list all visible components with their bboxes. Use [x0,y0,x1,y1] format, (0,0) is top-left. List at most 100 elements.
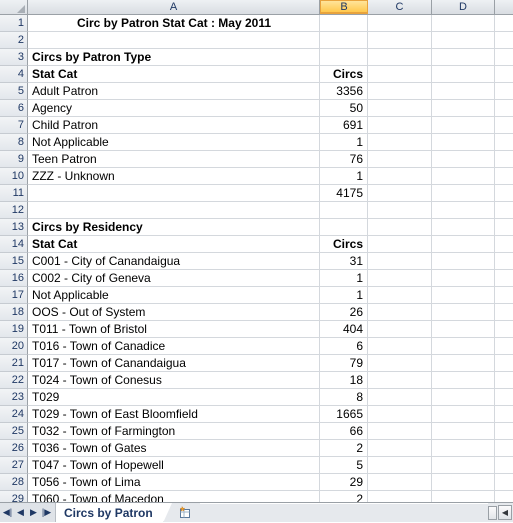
row-header[interactable]: 21 [0,355,28,372]
cell-a20[interactable]: T016 - Town of Canadice [28,338,320,355]
cell-e10[interactable] [495,168,513,185]
cell-e3[interactable] [495,49,513,66]
cell-e16[interactable] [495,270,513,287]
cell-a22[interactable]: T024 - Town of Conesus [28,372,320,389]
cell-e24[interactable] [495,406,513,423]
row-header[interactable]: 7 [0,117,28,134]
first-sheet-button[interactable]: ◀| [1,504,14,522]
cell-e9[interactable] [495,151,513,168]
cell-a1[interactable]: Circ by Patron Stat Cat : May 2011 [28,15,320,32]
cell-e11[interactable] [495,185,513,202]
cell-b27[interactable]: 5 [320,457,368,474]
cell-e17[interactable] [495,287,513,304]
cell-b19[interactable]: 404 [320,321,368,338]
cell-b14[interactable]: Circs [320,236,368,253]
cell-c16[interactable] [368,270,432,287]
last-sheet-button[interactable]: |▶ [40,504,53,522]
cell-b11[interactable]: 4175 [320,185,368,202]
cell-a4[interactable]: Stat Cat [28,66,320,83]
cell-c9[interactable] [368,151,432,168]
column-header-c[interactable]: C [368,0,432,14]
row-header[interactable]: 24 [0,406,28,423]
cell-d12[interactable] [432,202,495,219]
cell-e7[interactable] [495,117,513,134]
cell-e1[interactable] [495,15,513,32]
cell-c7[interactable] [368,117,432,134]
cell-c5[interactable] [368,83,432,100]
column-header-e-partial[interactable] [495,0,513,14]
cell-b8[interactable]: 1 [320,134,368,151]
row-header[interactable]: 26 [0,440,28,457]
cell-b4[interactable]: Circs [320,66,368,83]
cell-c2[interactable] [368,32,432,49]
cell-b20[interactable]: 6 [320,338,368,355]
row-header[interactable]: 10 [0,168,28,185]
cell-c17[interactable] [368,287,432,304]
cell-c8[interactable] [368,134,432,151]
scrollbar-split-handle[interactable] [488,505,497,520]
cell-d21[interactable] [432,355,495,372]
cell-a2[interactable] [28,32,320,49]
cell-b1[interactable] [320,15,368,32]
cell-e4[interactable] [495,66,513,83]
cell-c10[interactable] [368,168,432,185]
cell-a10[interactable]: ZZZ - Unknown [28,168,320,185]
cell-b28[interactable]: 29 [320,474,368,491]
cell-c26[interactable] [368,440,432,457]
cell-c27[interactable] [368,457,432,474]
cell-a21[interactable]: T017 - Town of Canandaigua [28,355,320,372]
cell-b24[interactable]: 1665 [320,406,368,423]
cell-e15[interactable] [495,253,513,270]
cell-d2[interactable] [432,32,495,49]
row-header[interactable]: 15 [0,253,28,270]
cell-d25[interactable] [432,423,495,440]
cell-d1[interactable] [432,15,495,32]
row-header[interactable]: 6 [0,100,28,117]
cell-a14[interactable]: Stat Cat [28,236,320,253]
cell-b12[interactable] [320,202,368,219]
cell-c12[interactable] [368,202,432,219]
cell-a28[interactable]: T056 - Town of Lima [28,474,320,491]
cell-d6[interactable] [432,100,495,117]
cell-a16[interactable]: C002 - City of Geneva [28,270,320,287]
cell-a15[interactable]: C001 - City of Canandaigua [28,253,320,270]
cell-b15[interactable]: 31 [320,253,368,270]
row-header[interactable]: 3 [0,49,28,66]
cell-c28[interactable] [368,474,432,491]
cell-b18[interactable]: 26 [320,304,368,321]
cell-e12[interactable] [495,202,513,219]
cell-a25[interactable]: T032 - Town of Farmington [28,423,320,440]
cell-b3[interactable] [320,49,368,66]
cell-a13[interactable]: Circs by Residency [28,219,320,236]
cell-d29[interactable] [432,491,495,502]
cell-c21[interactable] [368,355,432,372]
row-header[interactable]: 19 [0,321,28,338]
cell-a23[interactable]: T029 [28,389,320,406]
column-header-d[interactable]: D [432,0,495,14]
row-header[interactable]: 2 [0,32,28,49]
sheet-tab-circs-by-patron[interactable]: Circs by Patron [56,503,172,523]
cell-b2[interactable] [320,32,368,49]
row-header[interactable]: 17 [0,287,28,304]
cell-e26[interactable] [495,440,513,457]
cell-c22[interactable] [368,372,432,389]
cell-b23[interactable]: 8 [320,389,368,406]
cell-d26[interactable] [432,440,495,457]
cell-c20[interactable] [368,338,432,355]
cell-a29[interactable]: T060 - Town of Macedon [28,491,320,502]
row-header[interactable]: 12 [0,202,28,219]
cell-d14[interactable] [432,236,495,253]
row-header[interactable]: 1 [0,15,28,32]
cell-d18[interactable] [432,304,495,321]
row-header[interactable]: 13 [0,219,28,236]
cell-e6[interactable] [495,100,513,117]
cell-b6[interactable]: 50 [320,100,368,117]
cell-e13[interactable] [495,219,513,236]
row-header[interactable]: 9 [0,151,28,168]
cell-b13[interactable] [320,219,368,236]
column-header-b[interactable]: B [320,0,368,14]
cell-b21[interactable]: 79 [320,355,368,372]
cell-b25[interactable]: 66 [320,423,368,440]
cell-d11[interactable] [432,185,495,202]
cell-d20[interactable] [432,338,495,355]
